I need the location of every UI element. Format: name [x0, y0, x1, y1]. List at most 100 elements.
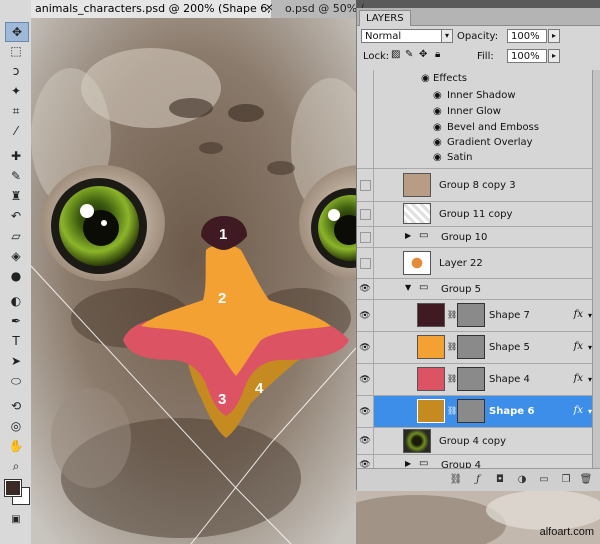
document-canvas[interactable]: 1 2 3 4 — [31, 18, 356, 544]
quick-mask-icon[interactable]: ▣ — [5, 510, 27, 528]
type-tool-icon[interactable]: T — [5, 332, 27, 350]
visibility-toggle[interactable]: 👁︎ — [357, 300, 374, 331]
marquee-tool-icon[interactable]: ⬚ — [5, 42, 27, 60]
visibility-toggle[interactable]: 👁︎ — [357, 332, 374, 363]
lasso-tool-icon[interactable]: ↄ — [5, 62, 27, 80]
link-layers-icon[interactable]: ⛓ — [449, 473, 463, 487]
lock-all-icon[interactable]: 🔒︎ — [435, 49, 440, 60]
layer-name[interactable]: Shape 5 — [489, 342, 530, 353]
visibility-toggle[interactable] — [357, 227, 374, 247]
layer-row[interactable]: 👁︎ ⛓ Shape 4 fx ▾ — [357, 364, 593, 396]
healing-brush-tool-icon[interactable]: ✚ — [5, 147, 27, 165]
effect-eye-icon[interactable]: ◉ — [433, 137, 442, 148]
layer-row[interactable]: ▶ ▭ Group 10 — [357, 227, 593, 248]
document-tab-inactive[interactable]: o.psd @ 50% (C — [281, 0, 364, 18]
layer-row[interactable]: 👁︎ ⛓ Shape 7 fx ▾ — [357, 300, 593, 332]
visibility-toggle[interactable] — [357, 248, 374, 278]
effects-visibility-icon[interactable]: ◉ — [421, 73, 430, 84]
document-tab-active[interactable]: animals_characters.psd @ 200% (Shape 6, … — [31, 0, 271, 18]
layer-name[interactable]: Shape 6 — [489, 406, 534, 417]
layer-row[interactable]: Group 8 copy 3 — [357, 169, 593, 202]
add-layer-style-icon[interactable]: ƒ — [471, 473, 485, 487]
effect-item[interactable]: Satin — [447, 152, 473, 163]
close-tab-icon[interactable]: ✕ — [265, 3, 273, 14]
brush-tool-icon[interactable]: ✎ — [5, 167, 27, 185]
layer-name[interactable]: Shape 7 — [489, 310, 530, 321]
layer-row[interactable]: Layer 22 — [357, 248, 593, 279]
shape-color-thumbnail[interactable] — [417, 399, 445, 423]
3d-rotate-tool-icon[interactable]: ⟲ — [5, 397, 27, 415]
effect-eye-icon[interactable]: ◉ — [433, 152, 442, 163]
fx-icon[interactable]: fx — [574, 309, 583, 320]
eyedropper-tool-icon[interactable]: ⁄ — [5, 122, 27, 140]
eraser-tool-icon[interactable]: ▱ — [5, 227, 27, 245]
layer-name[interactable]: Group 5 — [441, 284, 481, 295]
move-tool-icon[interactable]: ✥ — [5, 22, 29, 42]
group-collapse-icon[interactable]: ▼ — [405, 283, 411, 292]
vector-mask-thumbnail[interactable] — [457, 367, 485, 391]
effect-item[interactable]: Bevel and Emboss — [447, 122, 539, 133]
zoom-tool-icon[interactable]: ⌕ — [5, 457, 27, 475]
layer-name[interactable]: Group 4 — [441, 460, 481, 468]
visibility-toggle[interactable]: 👁︎ — [357, 455, 374, 468]
path-selection-tool-icon[interactable]: ➤ — [5, 352, 27, 370]
layer-row[interactable]: 👁︎ ⛓ Shape 5 fx ▾ — [357, 332, 593, 364]
effect-item[interactable]: Gradient Overlay — [447, 137, 533, 148]
shape-color-thumbnail[interactable] — [417, 335, 445, 359]
new-layer-icon[interactable]: ❐ — [559, 473, 573, 487]
delete-layer-icon[interactable]: 🗑︎ — [579, 473, 593, 487]
3d-orbit-tool-icon[interactable]: ◎ — [5, 417, 27, 435]
fx-icon[interactable]: fx — [574, 373, 583, 384]
opacity-field[interactable]: 100% — [507, 29, 547, 43]
group-expand-icon[interactable]: ▶ — [405, 459, 411, 468]
layer-name[interactable]: Group 10 — [441, 232, 487, 243]
link-icon[interactable]: ⛓ — [447, 374, 457, 383]
fill-field[interactable]: 100% — [507, 49, 547, 63]
link-icon[interactable]: ⛓ — [447, 310, 457, 319]
effect-eye-icon[interactable]: ◉ — [433, 90, 442, 101]
visibility-toggle[interactable]: 👁︎ — [357, 279, 374, 299]
blend-mode-dropdown-icon[interactable]: ▾ — [441, 29, 453, 43]
adjustment-layer-icon[interactable]: ◑ — [515, 473, 529, 487]
visibility-toggle[interactable] — [357, 169, 374, 201]
vector-mask-thumbnail[interactable] — [457, 399, 485, 423]
layer-row[interactable]: 👁︎ Group 4 copy — [357, 428, 593, 455]
fx-icon[interactable]: fx — [574, 341, 583, 352]
crop-tool-icon[interactable]: ⌗ — [5, 102, 27, 120]
magic-wand-tool-icon[interactable]: ✦ — [5, 82, 27, 100]
layer-row[interactable]: 👁︎ ▶ ▭ Group 4 — [357, 455, 593, 468]
shape-color-thumbnail[interactable] — [417, 367, 445, 391]
layer-row[interactable]: Group 11 copy — [357, 202, 593, 227]
lock-transparent-icon[interactable]: ▨ — [391, 49, 400, 60]
layers-scrollbar[interactable] — [592, 70, 600, 468]
visibility-toggle[interactable]: 👁︎ — [357, 428, 374, 454]
link-icon[interactable]: ⛓ — [447, 406, 457, 415]
visibility-toggle[interactable]: 👁︎ — [357, 364, 374, 395]
foreground-color-swatch[interactable] — [4, 479, 22, 497]
opacity-slider-arrow-icon[interactable]: ▸ — [548, 29, 560, 43]
hand-tool-icon[interactable]: ✋ — [5, 437, 27, 455]
layer-name[interactable]: Shape 4 — [489, 374, 530, 385]
pen-tool-icon[interactable]: ✒ — [5, 312, 27, 330]
vector-mask-thumbnail[interactable] — [457, 303, 485, 327]
shape-tool-icon[interactable]: ⬭ — [5, 372, 27, 390]
add-mask-icon[interactable]: ◘ — [493, 473, 507, 487]
visibility-toggle[interactable] — [357, 202, 374, 226]
layers-tab[interactable]: LAYERS — [359, 10, 411, 26]
new-group-icon[interactable]: ▭ — [537, 473, 551, 487]
paint-bucket-tool-icon[interactable]: ◈ — [5, 247, 27, 265]
clone-stamp-tool-icon[interactable]: ♜ — [5, 187, 27, 205]
shape-color-thumbnail[interactable] — [417, 303, 445, 327]
layer-row-selected[interactable]: 👁︎ ⛓ Shape 6 fx ▾ — [357, 396, 593, 428]
lock-position-icon[interactable]: ✥ — [419, 49, 427, 60]
effect-eye-icon[interactable]: ◉ — [433, 106, 442, 117]
dodge-tool-icon[interactable]: ◐ — [5, 292, 27, 310]
blend-mode-select[interactable]: Normal — [361, 29, 453, 43]
visibility-cell[interactable] — [357, 70, 374, 168]
layer-name[interactable]: Group 8 copy 3 — [439, 180, 516, 191]
link-icon[interactable]: ⛓ — [447, 342, 457, 351]
group-expand-icon[interactable]: ▶ — [405, 231, 411, 240]
effect-item[interactable]: Inner Glow — [447, 106, 501, 117]
history-brush-tool-icon[interactable]: ↶ — [5, 207, 27, 225]
visibility-toggle[interactable]: 👁︎ — [357, 396, 374, 427]
